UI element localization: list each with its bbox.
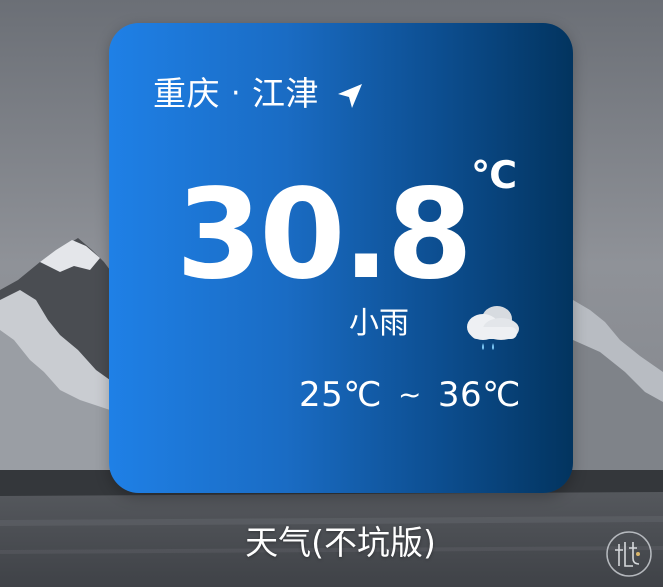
current-temperature: 30.8 bbox=[176, 163, 473, 307]
temperature-high: 36℃ bbox=[437, 375, 521, 415]
light-rain-cloud-icon bbox=[461, 299, 523, 357]
watermark-seal-icon bbox=[606, 531, 652, 577]
temperature-low: 25℃ bbox=[299, 375, 382, 415]
temperature-range: 25℃ ~ 36℃ bbox=[299, 373, 521, 417]
location-row[interactable]: 重庆 · 江津 bbox=[153, 73, 365, 115]
temperature-unit: ℃ bbox=[471, 153, 518, 197]
location-separator: · bbox=[231, 76, 242, 111]
location-district: 江津 bbox=[252, 74, 320, 113]
widget-name-label: 天气(不坑版) bbox=[245, 523, 436, 562]
range-separator: ~ bbox=[397, 378, 422, 411]
home-screen: 重庆 · 江津 30.8 ℃ 小雨 25℃ ~ 36℃ 天气(不坑版) bbox=[0, 0, 663, 587]
location-city: 重庆 bbox=[153, 74, 220, 113]
weather-widget-card[interactable]: 重庆 · 江津 30.8 ℃ 小雨 25℃ ~ 36℃ bbox=[109, 23, 573, 493]
location-arrow-icon bbox=[335, 79, 365, 109]
weather-condition: 小雨 bbox=[349, 306, 409, 341]
